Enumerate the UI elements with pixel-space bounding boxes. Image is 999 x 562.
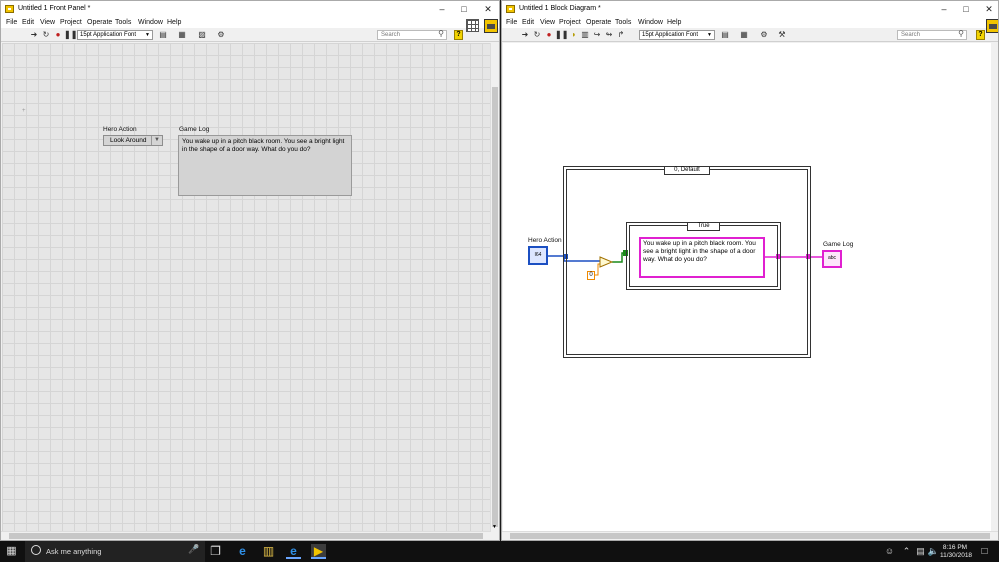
chevron-down-icon: ▼ (145, 32, 150, 38)
edge-browser-icon[interactable]: e (235, 544, 250, 559)
hero-action-value: Look Around (110, 137, 147, 144)
front-panel-titlebar[interactable]: Untitled 1 Front Panel * – □ ✕ (1, 1, 499, 17)
people-icon[interactable]: ☺ (882, 544, 897, 559)
taskbar-search-placeholder: Ask me anything (46, 547, 102, 556)
front-panel-toolbar: ➜ ↻ ● ❚❚ 15pt Application Font ▼ ▤ ▦ ▨ ⚙ … (1, 28, 499, 42)
maximize-icon[interactable]: □ (458, 3, 470, 15)
reorder-icon[interactable]: ⚙ (216, 30, 226, 40)
task-view-icon[interactable]: ❐ (208, 544, 223, 559)
volume-icon[interactable]: 🔈 (926, 544, 941, 559)
menu-project[interactable]: Project (60, 19, 82, 26)
front-panel-horizontal-scrollbar[interactable] (1, 531, 491, 540)
scroll-down-icon[interactable]: ▼ (492, 524, 497, 530)
outer-case-selector-value: 0, Default (674, 167, 700, 173)
horizontal-scroll-thumb[interactable] (510, 533, 990, 539)
vertical-scroll-thumb[interactable] (492, 87, 498, 527)
chevron-down-icon[interactable]: ▼ (151, 136, 160, 145)
connector-pane-icon[interactable] (466, 19, 479, 32)
hero-action-label: Hero Action (103, 126, 137, 133)
menu-file[interactable]: File (6, 19, 17, 26)
horizontal-scroll-thumb[interactable] (9, 533, 483, 539)
align-objects-icon[interactable]: ▤ (158, 30, 168, 40)
block-diagram-window: Untitled 1 Block Diagram * – □ ✕ File Ed… (501, 0, 999, 541)
block-diagram-horizontal-scrollbar[interactable] (502, 531, 998, 540)
help-icon[interactable]: ? (454, 30, 463, 40)
resize-objects-icon[interactable]: ▨ (197, 30, 207, 40)
hero-action-terminal[interactable]: I64 (528, 246, 548, 265)
labview-taskbar-icon[interactable]: ▶ (311, 544, 326, 559)
run-continuously-icon[interactable]: ↻ (41, 30, 51, 40)
search-icon[interactable]: ⚲ (438, 30, 444, 38)
internet-explorer-icon[interactable]: e (286, 544, 301, 559)
game-log-indicator: You wake up in a pitch black room. You s… (178, 135, 352, 196)
origin-marker-icon: + (22, 108, 26, 114)
file-explorer-icon[interactable]: ▥ (261, 544, 276, 559)
windows-start-icon[interactable]: ▦ (4, 544, 19, 559)
front-panel-vertical-scrollbar[interactable]: ▼ (490, 43, 499, 531)
labview-app-icon (5, 5, 14, 13)
numeric-constant[interactable]: 0 (587, 271, 595, 280)
search-input[interactable]: Search ⚲ (377, 30, 447, 40)
front-panel-title: Untitled 1 Front Panel * (18, 5, 91, 12)
minimize-icon[interactable]: – (436, 3, 448, 15)
menu-help[interactable]: Help (167, 19, 181, 26)
abort-icon[interactable]: ● (53, 30, 63, 40)
string-constant[interactable]: You wake up in a pitch black room. You s… (639, 237, 765, 278)
run-icon[interactable]: ➜ (29, 30, 39, 40)
windows-taskbar: ▦ Ask me anything 🎤 ❐ e ▥ e ▶ ☺ ⌃ ▤ 🔈 8:… (0, 541, 999, 562)
pause-icon[interactable]: ❚❚ (64, 30, 77, 40)
game-log-label: Game Log (179, 126, 210, 133)
outer-case-selector[interactable]: 0, Default (664, 166, 710, 175)
menu-operate[interactable]: Operate (87, 19, 112, 26)
hero-action-ring[interactable]: Look Around ▼ (103, 135, 163, 146)
close-icon[interactable]: ✕ (482, 3, 494, 15)
front-panel-menubar: File Edit View Project Operate Tools Win… (1, 17, 499, 28)
inner-case-selector[interactable]: True (687, 222, 720, 231)
game-log-terminal-label: Game Log (823, 241, 854, 248)
game-log-terminal[interactable]: abc (822, 250, 842, 268)
distribute-objects-icon[interactable]: ▦ (177, 30, 187, 40)
numeric-constant-value: 0 (589, 272, 593, 278)
font-select-value: 15pt Application Font (80, 32, 137, 38)
game-log-terminal-type: abc (827, 255, 837, 261)
hero-action-terminal-label: Hero Action (528, 237, 562, 244)
font-select[interactable]: 15pt Application Font ▼ (77, 30, 153, 40)
chevron-up-icon[interactable]: ⌃ (899, 544, 914, 559)
menu-tools[interactable]: Tools (115, 19, 131, 26)
menu-view[interactable]: View (40, 19, 55, 26)
inner-case-selector-value: True (697, 223, 710, 229)
clock-time: 8:16 PM (942, 544, 968, 551)
clock-date: 11/30/2018 (940, 552, 973, 559)
menu-edit[interactable]: Edit (22, 19, 34, 26)
cortana-icon (31, 545, 41, 555)
notifications-icon[interactable]: □ (977, 544, 992, 559)
search-placeholder: Search (381, 32, 401, 38)
front-panel-window: Untitled 1 Front Panel * – □ ✕ File Edit… (0, 0, 500, 541)
taskbar-clock[interactable]: 8:16 PM 11/30/2018 (940, 544, 973, 560)
microphone-icon[interactable]: 🎤 (188, 544, 199, 555)
front-panel-canvas[interactable]: + (2, 43, 491, 531)
vi-icon[interactable] (484, 19, 498, 33)
menu-window[interactable]: Window (138, 19, 163, 26)
taskbar-search-box[interactable]: Ask me anything 🎤 (25, 541, 205, 562)
hero-action-terminal-type: I64 (534, 252, 542, 258)
